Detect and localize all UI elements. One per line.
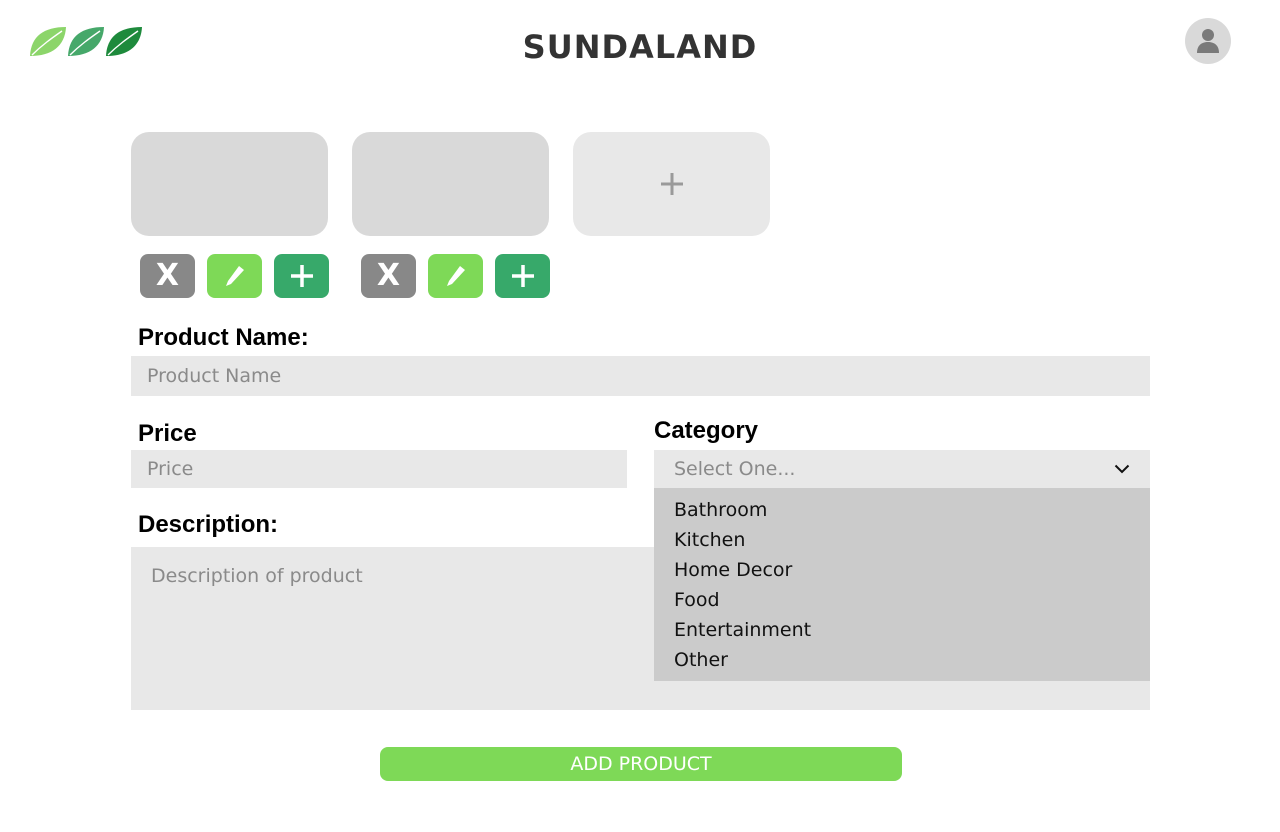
- delete-image-2-button[interactable]: X: [361, 254, 416, 298]
- category-option-other[interactable]: Other: [654, 645, 1150, 675]
- category-dropdown: Bathroom Kitchen Home Decor Food Enterta…: [654, 488, 1150, 681]
- category-option-kitchen[interactable]: Kitchen: [654, 525, 1150, 555]
- plus-icon: [660, 173, 683, 195]
- pencil-icon: [225, 266, 244, 286]
- product-name-input[interactable]: [131, 356, 1150, 396]
- delete-image-1-button[interactable]: X: [140, 254, 195, 298]
- category-option-entertainment[interactable]: Entertainment: [654, 615, 1150, 645]
- delete-label: X: [155, 258, 180, 293]
- description-label: Description:: [138, 511, 279, 538]
- category-option-food[interactable]: Food: [654, 585, 1150, 615]
- category-select[interactable]: Select One...: [654, 450, 1150, 488]
- plus-icon: [290, 265, 313, 287]
- add-image-tile[interactable]: [573, 132, 770, 236]
- product-name-label: Product Name:: [138, 324, 309, 351]
- category-option-bathroom[interactable]: Bathroom: [654, 495, 1150, 525]
- plus-icon: [511, 265, 534, 287]
- chevron-down-icon: [1114, 464, 1130, 474]
- pencil-icon: [446, 266, 465, 286]
- category-selected-value: Select One...: [674, 458, 796, 480]
- edit-image-2-button[interactable]: [428, 254, 483, 298]
- add-product-button[interactable]: ADD PRODUCT: [380, 747, 902, 781]
- add-image-1-button[interactable]: [274, 254, 329, 298]
- delete-label: X: [376, 258, 401, 293]
- category-option-home-decor[interactable]: Home Decor: [654, 555, 1150, 585]
- brand-title: SUNDALAND: [522, 28, 758, 66]
- avatar[interactable]: [1185, 18, 1231, 64]
- price-label: Price: [138, 420, 197, 447]
- product-image-1: [131, 132, 328, 236]
- add-image-2-button[interactable]: [495, 254, 550, 298]
- price-input[interactable]: [131, 450, 627, 488]
- category-label: Category: [654, 417, 759, 444]
- product-image-2: [352, 132, 549, 236]
- edit-image-1-button[interactable]: [207, 254, 262, 298]
- user-icon: [1197, 29, 1219, 53]
